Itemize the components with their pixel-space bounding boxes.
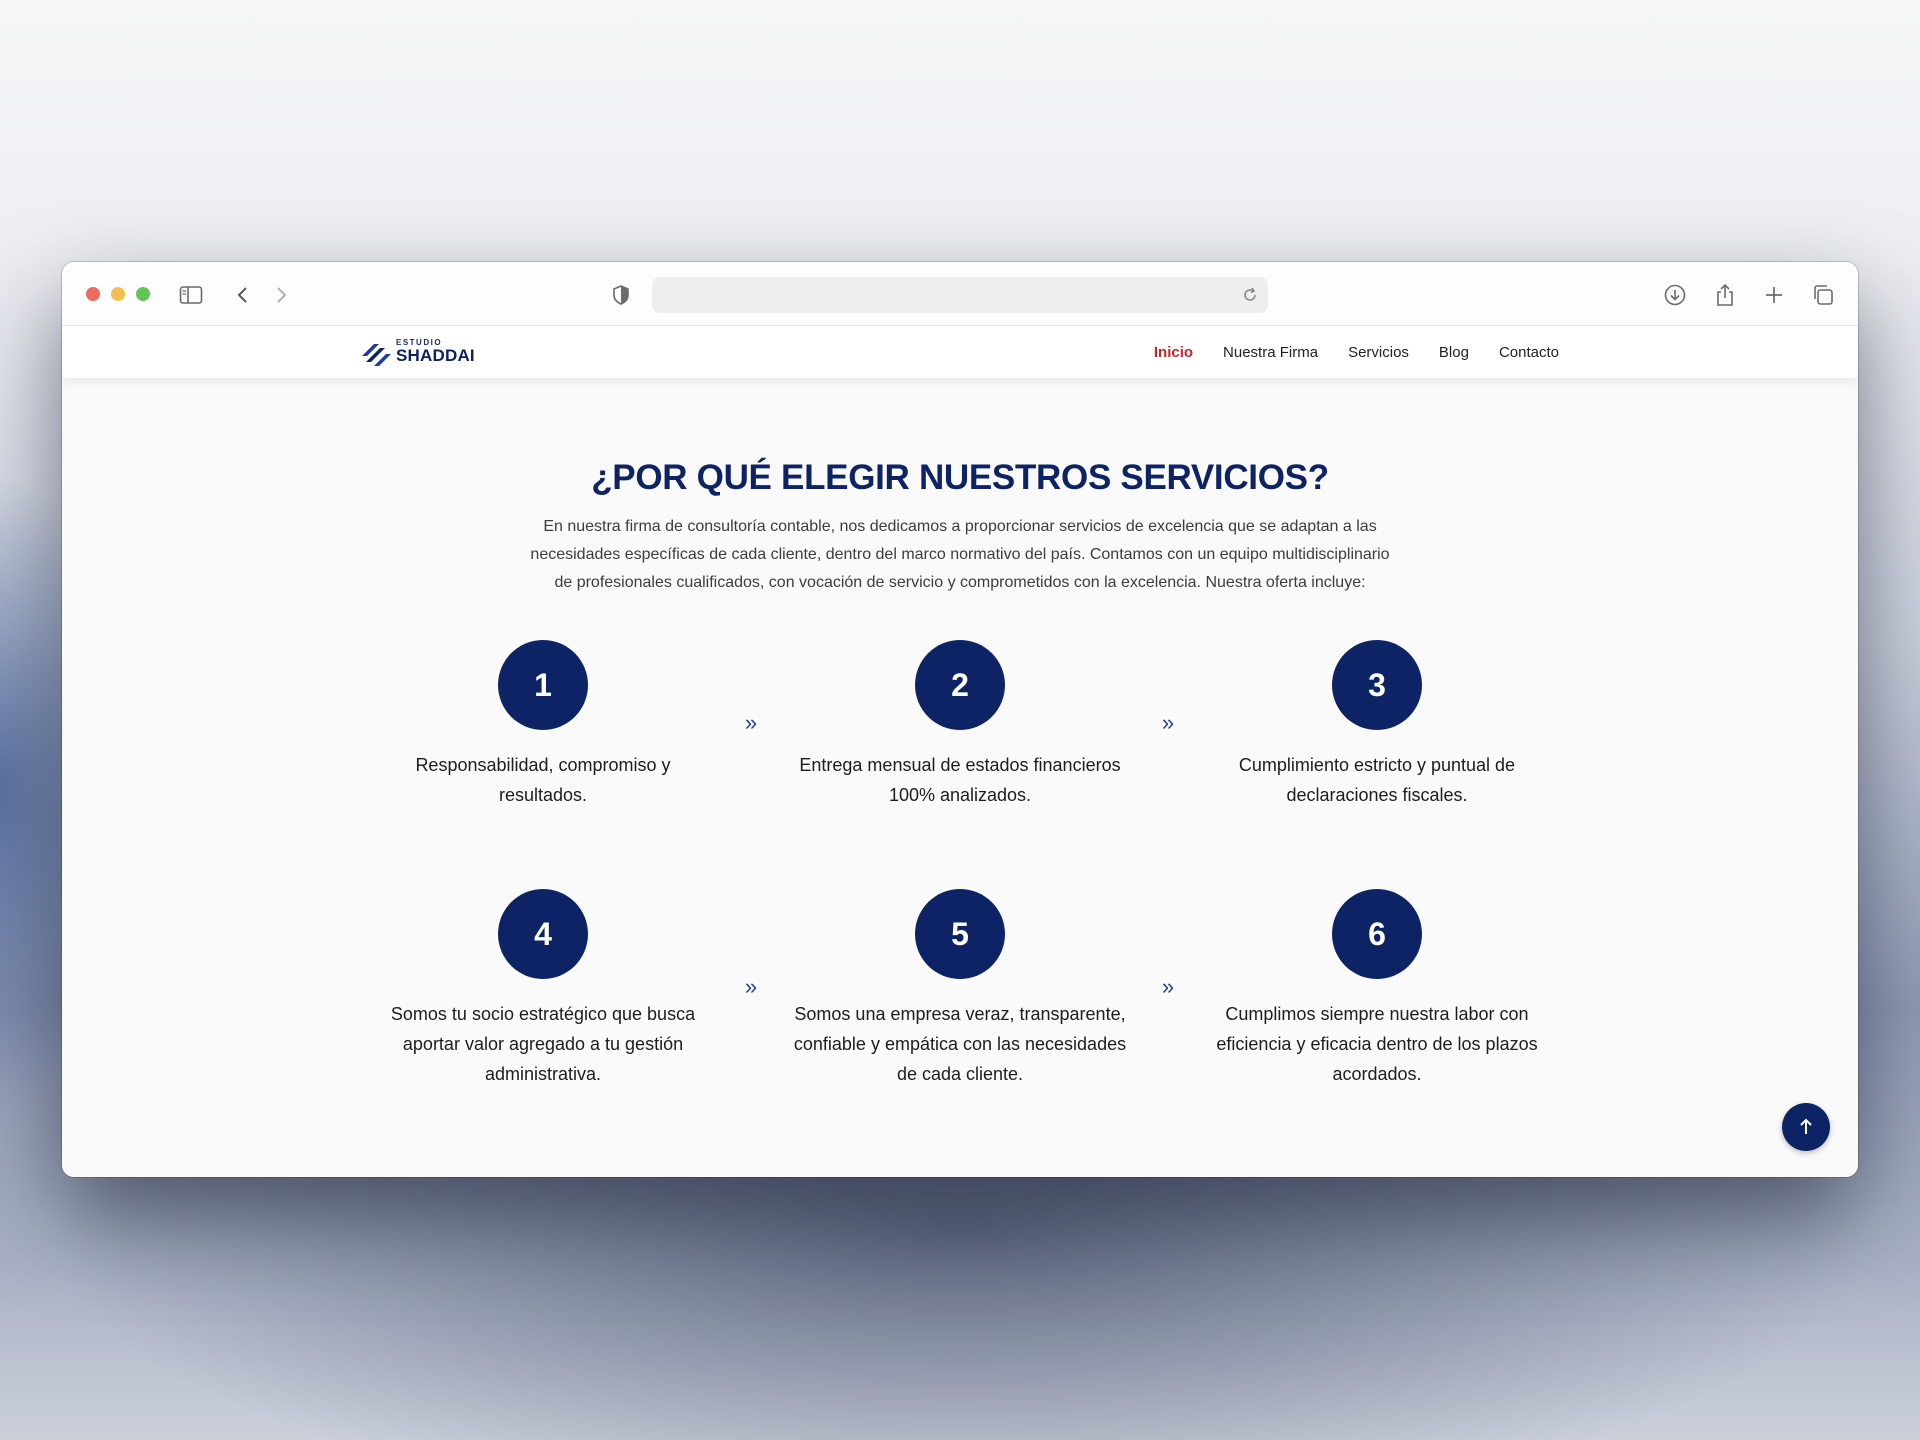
feature-line: acordados.	[1332, 1064, 1422, 1084]
sidebar-icon[interactable]	[178, 282, 204, 308]
intro-line: En nuestra firma de consultoría contable…	[543, 518, 1377, 535]
forward-icon[interactable]	[268, 282, 294, 308]
download-icon[interactable]	[1662, 282, 1688, 308]
feature-text: Cumplimiento estricto y puntual de decla…	[1197, 750, 1557, 810]
nav-item-blog[interactable]: Blog	[1439, 344, 1469, 361]
browser-toolbar	[62, 262, 1858, 326]
page-content: ¿POR QUÉ ELEGIR NUESTROS SERVICIOS? En n…	[62, 378, 1858, 1177]
feature-line: administrativa.	[484, 1064, 602, 1084]
feature-line: declaraciones fiscales.	[1286, 785, 1468, 805]
logo-mark-icon	[362, 344, 391, 366]
main-nav: Inicio Nuestra Firma Servicios Blog Cont…	[1154, 344, 1559, 361]
feature-line: Cumplimiento estricto y puntual de	[1238, 755, 1516, 775]
feature-item: 3 Cumplimiento estricto y puntual de dec…	[1197, 640, 1557, 810]
nav-item-inicio[interactable]: Inicio	[1154, 344, 1193, 361]
feature-item: 6 Cumplimos siempre nuestra labor con ef…	[1197, 889, 1557, 1089]
feature-number: 4	[498, 889, 588, 979]
feature-text: Cumplimos siempre nuestra labor con efic…	[1197, 999, 1557, 1089]
minimize-window-button[interactable]	[111, 287, 125, 301]
feature-line: Cumplimos siempre nuestra labor con	[1225, 1004, 1529, 1024]
feature-item: 4 Somos tu socio estratégico que busca a…	[363, 889, 723, 1089]
double-chevron-right-icon: »	[1161, 710, 1175, 735]
double-chevron-right-icon: »	[744, 710, 758, 735]
section-intro: En nuestra firma de consultoría contable…	[502, 513, 1418, 597]
share-icon[interactable]	[1712, 282, 1738, 308]
intro-line: de profesionales cualificados, con vocac…	[554, 574, 1366, 591]
feature-number: 3	[1332, 640, 1422, 730]
feature-number: 1	[498, 640, 588, 730]
browser-window: ESTUDIO SHADDAI Inicio Nuestra Firma Ser…	[62, 262, 1858, 1177]
feature-line: aportar valor agregado a tu gestión	[402, 1034, 684, 1054]
feature-number: 6	[1332, 889, 1422, 979]
reload-icon[interactable]	[1240, 285, 1260, 305]
feature-number: 5	[915, 889, 1005, 979]
site-logo[interactable]: ESTUDIO SHADDAI	[360, 336, 475, 368]
feature-line: confiable y empática con las necesidades	[793, 1034, 1127, 1054]
close-window-button[interactable]	[86, 287, 100, 301]
feature-text: Entrega mensual de estados financieros 1…	[780, 750, 1140, 810]
nav-item-servicios[interactable]: Servicios	[1348, 344, 1409, 361]
back-icon[interactable]	[230, 282, 256, 308]
feature-line: Responsabilidad, compromiso y	[415, 755, 671, 775]
section-title: ¿POR QUÉ ELEGIR NUESTROS SERVICIOS?	[591, 458, 1329, 497]
double-chevron-right-icon: »	[744, 974, 758, 999]
feature-line: resultados.	[498, 785, 588, 805]
nav-item-nuestra-firma[interactable]: Nuestra Firma	[1223, 344, 1318, 361]
site-header: ESTUDIO SHADDAI Inicio Nuestra Firma Ser…	[62, 326, 1858, 378]
intro-line: necesidades específicas de cada cliente,…	[530, 546, 1390, 563]
feature-line: de cada cliente.	[896, 1064, 1024, 1084]
address-bar[interactable]	[652, 277, 1268, 313]
feature-line: 100% analizados.	[888, 785, 1032, 805]
window-controls	[86, 287, 150, 301]
feature-item: 5 Somos una empresa veraz, transparente,…	[780, 889, 1140, 1089]
shield-icon[interactable]	[608, 282, 634, 308]
zoom-window-button[interactable]	[136, 287, 150, 301]
feature-line: Entrega mensual de estados financieros	[799, 755, 1121, 775]
new-tab-icon[interactable]	[1761, 282, 1787, 308]
feature-line: Somos tu socio estratégico que busca	[390, 1004, 696, 1024]
feature-item: 2 Entrega mensual de estados financieros…	[780, 640, 1140, 810]
feature-number: 2	[915, 640, 1005, 730]
tabs-icon[interactable]	[1810, 282, 1836, 308]
nav-item-contacto[interactable]: Contacto	[1499, 344, 1559, 361]
feature-text: Responsabilidad, compromiso y resultados…	[363, 750, 723, 810]
feature-text: Somos una empresa veraz, transparente, c…	[780, 999, 1140, 1089]
feature-text: Somos tu socio estratégico que busca apo…	[363, 999, 723, 1089]
feature-line: eficiencia y eficacia dentro de los plaz…	[1216, 1034, 1538, 1054]
scroll-to-top-button[interactable]	[1782, 1103, 1830, 1151]
double-chevron-right-icon: »	[1161, 974, 1175, 999]
feature-item: 1 Responsabilidad, compromiso y resultad…	[363, 640, 723, 810]
arrow-up-icon	[1800, 1118, 1812, 1134]
feature-line: Somos una empresa veraz, transparente,	[794, 1004, 1126, 1024]
logo-big-text: SHADDAI	[396, 346, 475, 365]
